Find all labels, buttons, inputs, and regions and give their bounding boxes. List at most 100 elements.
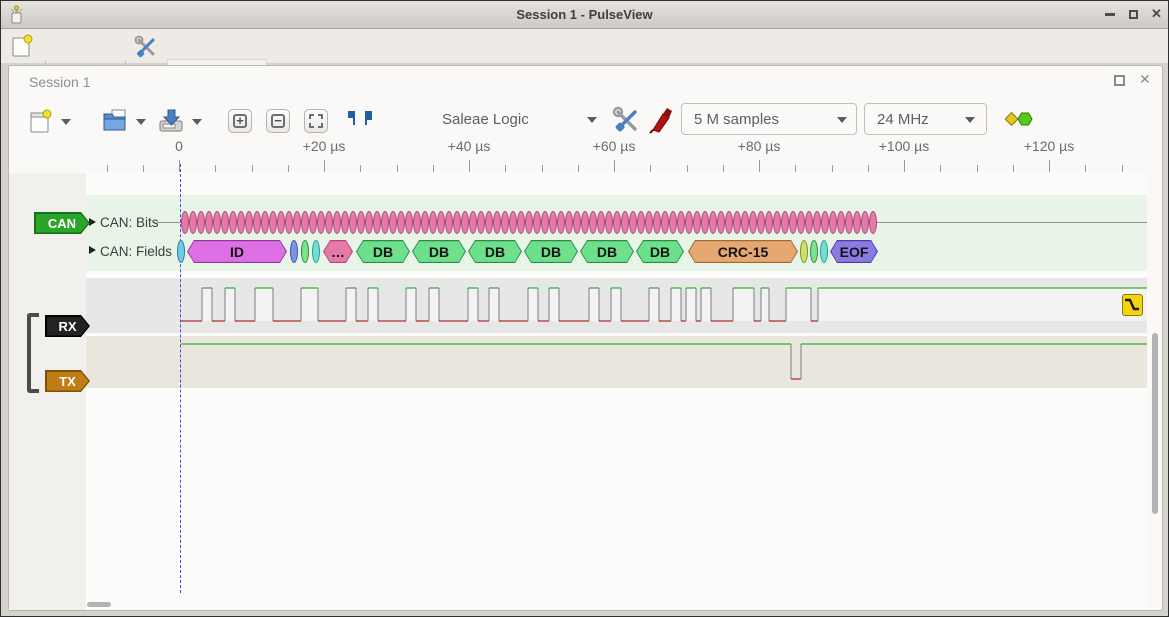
- settings-icon[interactable]: [134, 35, 158, 59]
- ruler-major-tick: [469, 160, 470, 172]
- sample-rate-arrow: [965, 117, 975, 123]
- can-bit-annotation: [845, 211, 853, 234]
- sample-count-value: 5 M samples: [694, 111, 779, 128]
- show-cursors-icon[interactable]: [346, 108, 374, 134]
- can-bit-annotation: [797, 211, 805, 234]
- save-dropdown-arrow[interactable]: [192, 119, 202, 125]
- new-file-dropdown-arrow[interactable]: [61, 119, 71, 125]
- can-bit-annotation: [717, 211, 725, 234]
- device-select[interactable]: Saleae Logic: [434, 104, 604, 136]
- ruler-minor-tick: [143, 165, 144, 172]
- ruler-label: +60 µs: [593, 138, 636, 154]
- can-bit-annotation: [221, 211, 229, 234]
- can-bit-annotation: [525, 211, 533, 234]
- can-bit-annotation: [581, 211, 589, 234]
- channels-probe-icon[interactable]: [649, 106, 675, 134]
- can-bit-annotation: [445, 211, 453, 234]
- sample-count-select[interactable]: 5 M samples: [681, 103, 857, 135]
- timeline-ruler[interactable]: 0+20 µs+40 µs+60 µs+80 µs+100 µs+120 µs: [1, 136, 1169, 173]
- can-bit-annotation: [597, 211, 605, 234]
- can-bit-annotation: [533, 211, 541, 234]
- can-bit-annotation: [365, 211, 373, 234]
- can-field-annotation: [301, 240, 309, 263]
- channel-group-bracket: [27, 313, 39, 393]
- maximize-button[interactable]: [1129, 10, 1138, 19]
- can-bit-annotation: [477, 211, 485, 234]
- can-bit-annotation: [725, 211, 733, 234]
- open-file-icon[interactable]: [102, 107, 129, 133]
- save-icon[interactable]: [158, 107, 185, 133]
- sample-rate-select[interactable]: 24 MHz: [864, 103, 987, 135]
- sample-rate-value: 24 MHz: [877, 111, 929, 128]
- can-bit-annotation: [493, 211, 501, 234]
- can-bit-annotation: [357, 211, 365, 234]
- can-bit-annotation: [709, 211, 717, 234]
- can-field-annotation-db: DB: [580, 240, 634, 263]
- can-bit-annotation: [293, 211, 301, 234]
- minimize-button[interactable]: [1105, 13, 1115, 16]
- channel-tag-tx[interactable]: TX: [45, 370, 90, 392]
- zoom-fit-icon: [309, 114, 314, 119]
- can-field-annotation-eof: EOF: [830, 240, 878, 263]
- can-bit-annotation: [269, 211, 277, 234]
- expand-arrow-fields[interactable]: [89, 246, 96, 254]
- can-bit-annotation: [861, 211, 869, 234]
- zoom-out-button[interactable]: −: [266, 109, 290, 133]
- configure-device-icon[interactable]: [612, 106, 640, 134]
- can-bit-annotation: [821, 211, 829, 234]
- can-field-annotation: [177, 240, 185, 263]
- can-bit-annotation: [397, 211, 405, 234]
- can-bit-annotation: [661, 211, 669, 234]
- can-bit-annotation: [325, 211, 333, 234]
- ruler-major-tick: [1049, 160, 1050, 172]
- title-bar[interactable]: Session 1 - PulseView ✕: [1, 1, 1168, 29]
- open-file-dropdown-arrow[interactable]: [136, 119, 146, 125]
- channel-tag-rx[interactable]: RX: [45, 315, 90, 337]
- main-toolbar: Run Session 1 ×: [1, 29, 1168, 63]
- rx-row-band: [86, 278, 1147, 333]
- can-bit-annotation: [213, 211, 221, 234]
- can-field-annotation: [820, 240, 828, 263]
- can-bit-annotation: [277, 211, 285, 234]
- ruler-minor-tick: [723, 165, 724, 172]
- ruler-major-tick: [904, 160, 905, 172]
- can-bit-annotation: [869, 211, 877, 234]
- can-bit-annotation: [693, 211, 701, 234]
- expand-arrow-bits[interactable]: [89, 218, 96, 226]
- can-field-annotation-db: DB: [412, 240, 466, 263]
- can-bit-annotation: [637, 211, 645, 234]
- can-bit-annotation: [565, 211, 573, 234]
- ruler-minor-tick: [1013, 165, 1014, 172]
- horizontal-scrollbar[interactable]: [87, 602, 111, 607]
- can-bit-annotation: [685, 211, 693, 234]
- can-bit-annotation: [437, 211, 445, 234]
- rx-trigger-badge[interactable]: [1122, 294, 1143, 316]
- tx-row-band: [86, 336, 1147, 388]
- close-button[interactable]: ✕: [1151, 9, 1162, 19]
- can-bit-annotation: [605, 211, 613, 234]
- dock-close-icon[interactable]: ✕: [1139, 74, 1151, 85]
- ruler-minor-tick: [397, 165, 398, 172]
- zoom-fit-icon: [318, 123, 323, 128]
- zoom-in-button[interactable]: +: [228, 109, 252, 133]
- can-bit-annotation: [805, 211, 813, 234]
- decoder-row-label-bits: CAN: Bits: [100, 215, 159, 230]
- can-bit-annotation: [669, 211, 677, 234]
- dock-float-button[interactable]: [1114, 75, 1125, 86]
- can-bit-annotation: [469, 211, 477, 234]
- decoder-tag-can[interactable]: CAN: [34, 212, 90, 234]
- add-decoder-icon[interactable]: [1005, 110, 1033, 128]
- can-bit-annotation: [813, 211, 821, 234]
- can-bit-annotation: [197, 211, 205, 234]
- can-bit-annotation: [741, 211, 749, 234]
- new-file-icon[interactable]: [29, 108, 53, 134]
- can-bit-annotation: [573, 211, 581, 234]
- pulseview-window: Session 1 - PulseView ✕ Run Session 1 × …: [0, 0, 1169, 617]
- zoom-fit-button[interactable]: [304, 109, 328, 133]
- can-bit-annotation: [229, 211, 237, 234]
- vertical-scrollbar[interactable]: [1152, 333, 1158, 514]
- ruler-label: +40 µs: [448, 138, 491, 154]
- ruler-label: +20 µs: [303, 138, 346, 154]
- can-bit-annotation: [317, 211, 325, 234]
- new-session-icon[interactable]: [11, 34, 33, 58]
